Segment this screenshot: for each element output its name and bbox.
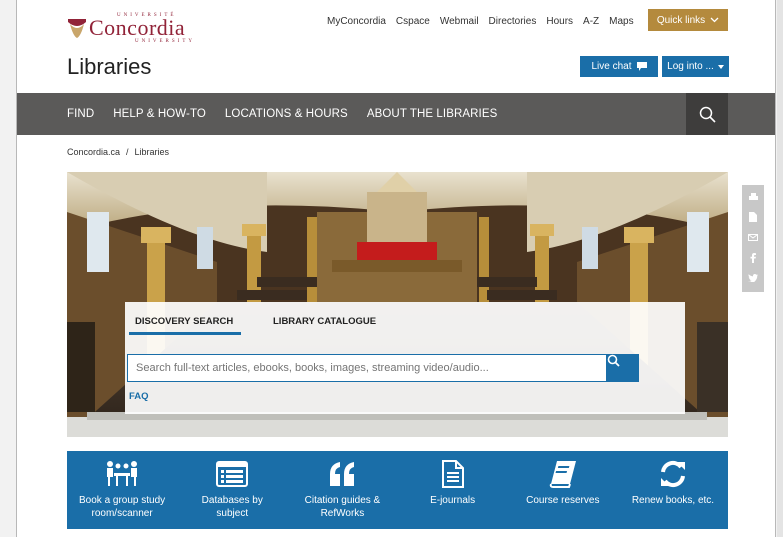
share-toolbar [742,185,764,292]
database-list-icon [216,457,249,491]
nav-about-libraries[interactable]: ABOUT THE LIBRARIES [367,108,498,120]
quick-link-label-3b: RefWorks [320,508,365,519]
discovery-search-button[interactable] [607,354,639,382]
nav-find[interactable]: FIND [67,108,94,120]
chat-bubble-icon [636,62,647,71]
page-frame: UNIVERSITÉ Concordia UNIVERSITY MyConcor… [16,0,776,537]
topnav-myconcordia[interactable]: MyConcordia [327,16,386,27]
topnav-hours[interactable]: Hours [546,16,573,27]
log-into-label: Log into ... [667,61,714,72]
document-icon [441,457,464,491]
nav-locations-hours[interactable]: LOCATIONS & HOURS [225,108,348,120]
twitter-icon[interactable] [748,274,758,284]
live-chat-label: Live chat [591,61,632,72]
breadcrumb-home[interactable]: Concordia.ca [67,147,120,157]
top-nav: MyConcordia Cspace Webmail Directories H… [327,16,644,27]
search-icon [699,106,716,123]
topnav-directories[interactable]: Directories [489,16,537,27]
quote-icon [328,457,356,491]
quick-link-label-4: E-journals [430,495,476,506]
logo-name: Concordia [89,14,186,40]
topnav-a-z[interactable]: A-Z [583,16,599,27]
tab-discovery-search[interactable]: DISCOVERY SEARCH [135,316,233,327]
live-chat-button[interactable]: Live chat [580,56,658,77]
logo-university: UNIVERSITY [135,38,195,44]
pdf-icon[interactable] [749,212,757,224]
breadcrumb: Concordia.ca / Libraries [67,147,169,157]
refresh-icon [659,457,687,491]
book-icon [549,457,577,491]
group-study-icon [104,457,140,491]
quick-links-button[interactable]: Quick links [648,9,728,31]
caret-down-icon [717,64,724,69]
log-into-button[interactable]: Log into ... [662,56,729,77]
active-tab-underline [129,332,241,335]
hero-banner: DISCOVERY SEARCH LIBRARY CATALOGUE FAQ [67,172,728,437]
page-shadow [777,0,783,537]
topnav-cspace[interactable]: Cspace [396,16,430,27]
quick-link-group-study[interactable]: Book a group study room/scanner [67,451,177,529]
facebook-icon[interactable] [750,252,756,265]
nav-help-how-to[interactable]: HELP & HOW-TO [113,108,206,120]
quick-link-label-1a: Book a group study [79,495,166,506]
quick-link-label-2b: subject [216,508,249,519]
concordia-logo[interactable]: UNIVERSITÉ Concordia UNIVERSITY [67,10,195,46]
discovery-search-input[interactable] [127,354,607,382]
quick-link-label-6: Renew books, etc. [631,495,715,506]
topnav-webmail[interactable]: Webmail [440,16,479,27]
topnav-maps[interactable]: Maps [609,16,633,27]
quick-link-label-2a: Databases by [201,495,263,506]
quick-link-databases[interactable]: Databases by subject [177,451,287,529]
main-nav: FIND HELP & HOW-TO LOCATIONS & HOURS ABO… [17,93,775,135]
quick-link-citation[interactable]: Citation guides & RefWorks [287,451,397,529]
page-title: Libraries [67,54,152,79]
chevron-down-icon [710,17,719,23]
breadcrumb-separator: / [126,147,129,157]
print-icon[interactable] [748,192,758,203]
quick-link-label-3a: Citation guides & [304,495,381,506]
search-icon [607,354,620,367]
email-icon[interactable] [748,233,758,243]
quick-links-label: Quick links [656,14,706,26]
faq-link[interactable]: FAQ [129,391,149,402]
quick-link-renew[interactable]: Renew books, etc. [618,451,728,529]
quick-link-ejournals[interactable]: E-journals [398,451,508,529]
shield-icon [68,19,86,38]
tab-library-catalogue[interactable]: LIBRARY CATALOGUE [273,316,376,327]
quick-link-label-1b: room/scanner [91,508,153,519]
quick-links-bar: Book a group study room/scanner Database… [67,451,728,529]
search-panel: DISCOVERY SEARCH LIBRARY CATALOGUE FAQ [125,302,685,414]
quick-link-label-5: Course reserves [526,495,600,506]
quick-link-course-reserves[interactable]: Course reserves [508,451,618,529]
breadcrumb-current: Libraries [134,147,170,157]
site-search-button[interactable] [686,93,728,135]
